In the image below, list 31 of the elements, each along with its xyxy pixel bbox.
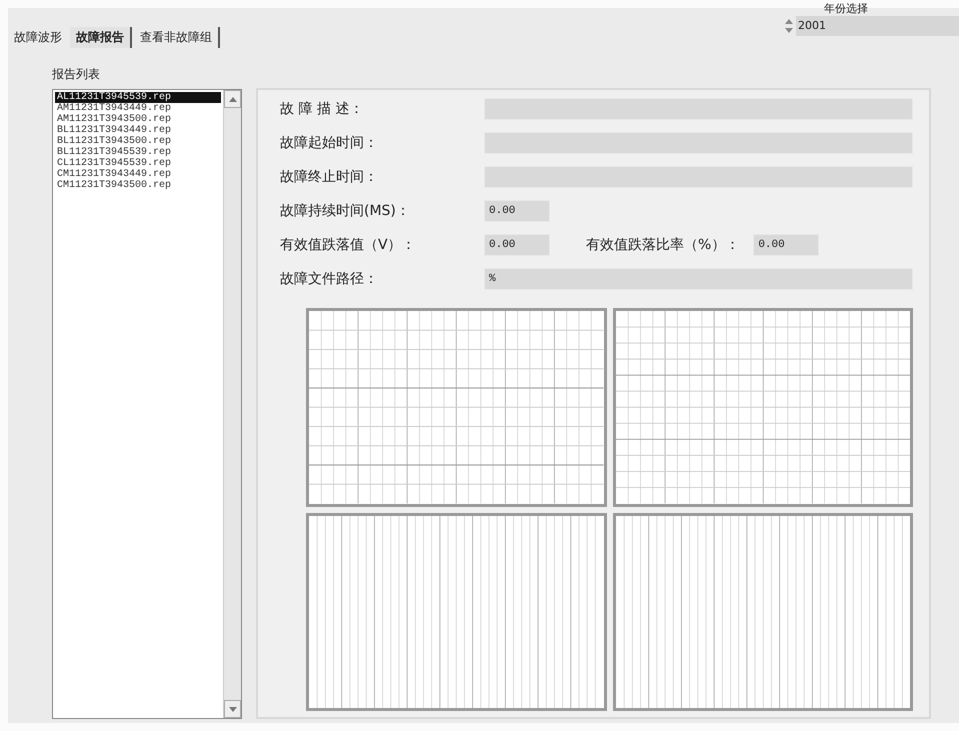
year-select-label: 年份选择 [823,2,869,16]
scroll-down-button[interactable] [224,700,241,718]
scroll-up-button[interactable] [224,90,241,108]
caret-down-icon [228,706,236,712]
tab[interactable]: 查看非故障组 [134,26,220,48]
rms-drop-ratio-field[interactable]: 0.00 [753,234,820,256]
report-list-item[interactable]: CL11231T3945539.rep [55,158,221,169]
report-list-item[interactable]: AM11231T3943449.rep [55,103,221,114]
report-list-item[interactable]: BL11231T3945539.rep [55,147,221,158]
field-label: 故障终止时间： [280,168,379,186]
field-label: 故 障 描 述： [280,100,364,118]
report-list-item[interactable]: CM11231T3943449.rep [55,169,221,180]
tab[interactable]: 故障波形 [8,26,68,48]
duration-field[interactable]: 0.00 [484,200,550,222]
year-select-field[interactable]: 2001 [796,16,959,36]
caret-up-icon [228,96,236,102]
rms-drop-field[interactable]: 0.00 [484,234,550,256]
report-list-title: 报告列表 [52,66,101,83]
field-label: 故障持续时间(MS)： [280,202,411,220]
report-list-item[interactable]: CM11231T3943500.rep [55,180,221,191]
field-label: 故障文件路径： [280,270,379,288]
spin-icon[interactable] [784,17,794,35]
field-label: 有效值跌落比率（%）： [586,236,740,254]
report-list-item[interactable]: AM11231T3943500.rep [55,114,221,125]
report-list-item[interactable]: BL11231T3943500.rep [55,136,221,147]
tab[interactable]: 故障报告 [70,26,132,48]
field-label: 故障起始时间： [280,134,379,152]
file-path-field[interactable]: % [484,268,913,290]
report-list-item[interactable]: AL11231T3945539.rep [55,92,221,103]
report-list-item[interactable]: BL11231T3943449.rep [55,125,221,136]
field-label: 有效值跌落值（V）： [280,236,417,254]
